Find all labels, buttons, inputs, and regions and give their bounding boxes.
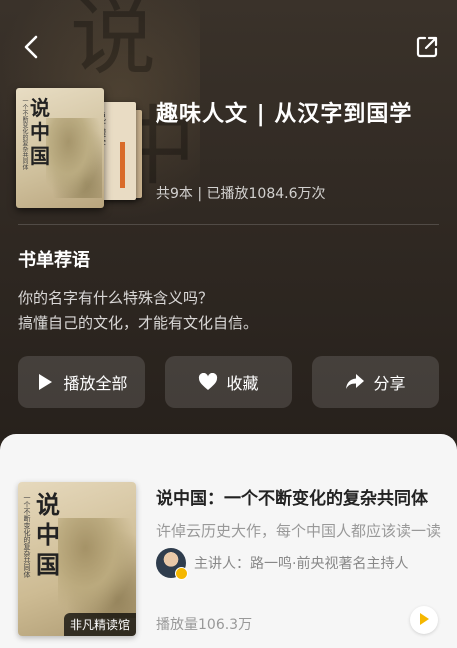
booklist-cover-stack: 说文解字 一个不断变化的复杂共同体 说中国 bbox=[16, 88, 142, 208]
action-bar: 播放全部 收藏 分享 bbox=[18, 356, 439, 408]
heart-icon bbox=[198, 372, 218, 392]
favorite-button[interactable]: 收藏 bbox=[165, 356, 292, 408]
cover-title: 说中国 bbox=[30, 96, 50, 168]
book-item-description: 许倬云历史大作，每个中国人都应该读一读 bbox=[156, 522, 441, 540]
book-item-play-button[interactable] bbox=[410, 606, 438, 634]
share-top-button[interactable] bbox=[410, 32, 444, 66]
booklist-title: 趣味人文 | 从汉字到国学 bbox=[156, 102, 413, 127]
cover-subtitle: 一个不断变化的复杂共同体 bbox=[21, 98, 28, 170]
book-item-title[interactable]: 说中国：一个不断变化的复杂共同体 bbox=[156, 484, 441, 509]
play-all-label: 播放全部 bbox=[63, 374, 128, 393]
book-item-tag: 非凡精读馆 bbox=[63, 613, 136, 636]
divider bbox=[18, 224, 439, 225]
favorite-label: 收藏 bbox=[226, 374, 259, 393]
book-item-cover[interactable]: 一个不断变化的复杂共同体 说中国 非凡精读馆 bbox=[18, 482, 136, 636]
play-icon bbox=[35, 372, 55, 392]
verified-badge-icon bbox=[175, 567, 188, 580]
cover-landscape-art bbox=[58, 518, 136, 618]
lecturer-text: 主讲人：路一鸣·前央视著名主持人 bbox=[194, 556, 409, 572]
book-item-lecturer: 主讲人：路一鸣·前央视著名主持人 bbox=[156, 547, 441, 580]
share-label: 分享 bbox=[373, 374, 406, 393]
share-button[interactable]: 分享 bbox=[312, 356, 439, 408]
recommendation-text: 你的名字有什么特殊含义吗？ 搞懂自己的文化，才能有文化自信。 bbox=[18, 286, 438, 336]
play-icon bbox=[418, 611, 430, 630]
book-cover-front: 一个不断变化的复杂共同体 说中国 bbox=[16, 88, 104, 208]
book-item-play-count: 播放量106.3万 bbox=[156, 617, 253, 633]
recommendation-heading: 书单荐语 bbox=[18, 250, 90, 271]
avatar bbox=[156, 548, 188, 580]
share-arrow-icon bbox=[345, 372, 365, 392]
recommendation-line-1: 你的名字有什么特殊含义吗？ bbox=[18, 289, 214, 307]
booklist-stats: 共9本 | 已播放1084.6万次 bbox=[156, 186, 326, 202]
book-item-cover-title: 说中国 bbox=[36, 490, 60, 579]
back-button[interactable] bbox=[16, 32, 46, 66]
share-export-icon bbox=[414, 34, 440, 64]
play-all-button[interactable]: 播放全部 bbox=[18, 356, 145, 408]
book-item-cover-subtitle: 一个不断变化的复杂共同体 bbox=[23, 494, 31, 578]
recommendation-line-2: 搞懂自己的文化，才能有文化自信。 bbox=[18, 314, 259, 332]
cover-landscape-art bbox=[46, 118, 102, 198]
chevron-left-icon bbox=[23, 34, 39, 64]
